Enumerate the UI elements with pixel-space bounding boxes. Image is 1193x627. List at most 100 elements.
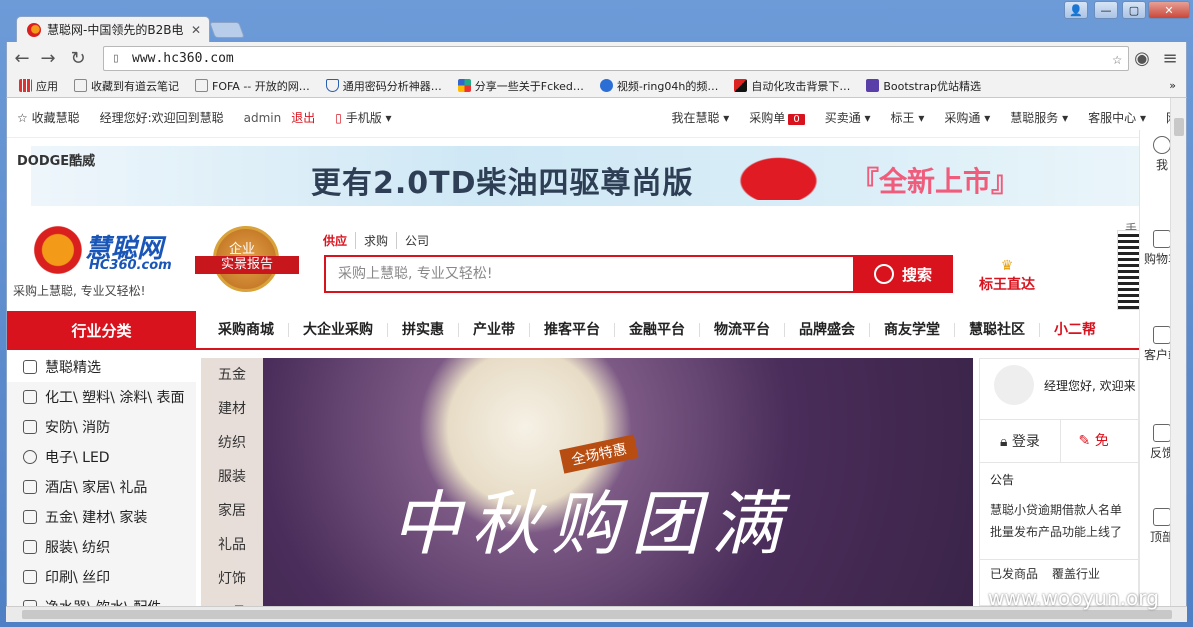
hero-tag[interactable]: 礼品 — [201, 528, 263, 562]
nav-item[interactable]: 拼实惠 — [388, 323, 459, 337]
register-button[interactable]: ✎ 免 — [1059, 419, 1139, 463]
sidebar-item[interactable]: 电子\ LED — [7, 442, 196, 472]
nav-item[interactable]: 金融平台 — [615, 323, 700, 337]
shield-icon — [325, 79, 339, 92]
new-tab-button[interactable] — [209, 22, 245, 38]
scroll-thumb[interactable] — [22, 610, 1172, 619]
greeting: 经理您好, 欢迎来 — [1044, 379, 1136, 393]
more-bookmarks-icon[interactable]: » — [1169, 79, 1186, 92]
sidebar-item[interactable]: 净水器\ 饮水\ 配件 — [7, 592, 196, 606]
nav-item[interactable]: 物流平台 — [700, 323, 785, 337]
panel-tabs: 已发商品 覆盖行业 — [980, 559, 1138, 587]
category-menu[interactable]: 行业分类 — [7, 311, 196, 349]
hero-tag[interactable]: 建材 — [201, 392, 263, 426]
sidebar-item[interactable]: 五金\ 建材\ 家装 — [7, 502, 196, 532]
logout-link[interactable]: 退出 — [291, 109, 325, 126]
menu-icon[interactable]: ≡ — [1159, 48, 1181, 69]
tab-published[interactable]: 已发商品 — [990, 565, 1038, 582]
nav-item[interactable]: 采购商城 — [204, 323, 289, 337]
notice-item[interactable]: 批量发布产品功能上线了 — [990, 523, 1122, 540]
site-topbar: ☆ 收藏慧聪 经理您好:欢迎回到慧聪 admin 退出 ▯ 手机版 ▾ 我在慧聪… — [7, 98, 1186, 138]
vertical-scrollbar[interactable] — [1170, 98, 1186, 606]
biaowang-direct-link[interactable]: ♛ 标王直达 — [979, 258, 1035, 294]
forward-icon[interactable]: → — [37, 48, 59, 69]
nav-item-hot[interactable]: 小二帮 — [1040, 323, 1110, 337]
user-link[interactable]: admin — [234, 111, 292, 125]
tab-supply[interactable]: 供应 — [323, 232, 355, 249]
tab-buy[interactable]: 求购 — [355, 232, 396, 249]
sidebar-item[interactable]: 慧聪精选 — [7, 352, 196, 382]
login-row: 🔒︎ 登录 ✎ 免 — [980, 419, 1138, 463]
report-seal[interactable]: 企业 实景报告 — [195, 226, 299, 300]
bookmark-item[interactable]: 视频-ring04h的频… — [592, 78, 726, 94]
hero-tag[interactable]: 工具 — [201, 596, 263, 606]
site-favicon — [27, 22, 41, 37]
scroll-thumb[interactable] — [1174, 118, 1184, 136]
banner-new: 『全新上市』 — [851, 165, 1020, 198]
building-icon — [23, 480, 37, 494]
bookmark-item[interactable]: 自动化攻击背景下… — [726, 78, 858, 94]
hero-tag[interactable]: 灯饰 — [201, 562, 263, 596]
nav-item[interactable]: 推客平台 — [530, 323, 615, 337]
sidebar-item[interactable]: 印刷\ 丝印 — [7, 562, 196, 592]
tab-industry[interactable]: 覆盖行业 — [1052, 565, 1100, 582]
search-input[interactable]: 采购上慧聪, 专业又轻松! — [324, 255, 854, 293]
category-sidebar: 慧聪精选 化工\ 塑料\ 涂料\ 表面 安防\ 消防 电子\ LED 酒店\ 家… — [7, 352, 196, 606]
close-tab-icon[interactable]: ✕ — [191, 23, 201, 37]
hero-tag[interactable]: 服装 — [201, 460, 263, 494]
ad-banner[interactable]: DODGE酷威 更有2.0TD柴油四驱尊尚版 『全新上市』 — [17, 146, 1141, 206]
trade-link[interactable]: 买卖通 ▾ — [815, 109, 881, 126]
back-icon[interactable]: ← — [11, 48, 33, 69]
user-icon[interactable]: 👤 — [1064, 1, 1088, 19]
hero-tag[interactable]: 家居 — [201, 494, 263, 528]
bookmark-item[interactable]: 应用 — [11, 78, 66, 94]
sidebar-item[interactable]: 安防\ 消防 — [7, 412, 196, 442]
star-icon: ☆ — [17, 111, 32, 125]
shield-icon — [23, 420, 37, 434]
fav-link[interactable]: ☆ 收藏慧聪 — [7, 109, 90, 126]
sidebar-item[interactable]: 化工\ 塑料\ 涂料\ 表面 — [7, 382, 196, 412]
mobile-link[interactable]: ▯ 手机版 ▾ — [325, 109, 401, 126]
biaowang-link[interactable]: 标王 ▾ — [881, 109, 935, 126]
hero-banner[interactable]: 五金 建材 纺织 服装 家居 礼品 灯饰 工具 全场特惠 中秋购团满 — [201, 358, 973, 606]
extension-icon[interactable]: ◉ — [1131, 48, 1153, 69]
nav-item[interactable]: 品牌盛会 — [785, 323, 870, 337]
my-hc-link[interactable]: 我在慧聪 ▾ — [661, 109, 739, 126]
bookmark-item[interactable]: 通用密码分析神器… — [318, 78, 450, 94]
bookmark-item[interactable]: Bootstrap优站精选 — [858, 78, 989, 94]
login-button[interactable]: 🔒︎ 登录 — [980, 431, 1060, 451]
site-logo[interactable]: 慧聪网 HC360.com 采购上慧聪, 专业又轻松! — [13, 224, 187, 304]
watermark: www.wooyun.org — [988, 586, 1159, 610]
hero-tag[interactable]: 纺织 — [201, 426, 263, 460]
page-icon: ▯ — [112, 51, 120, 66]
bookmark-item[interactable]: 分享一些关于Fcked… — [450, 78, 592, 94]
nav-item[interactable]: 商友学堂 — [870, 323, 955, 337]
bookmarks-bar: 应用 收藏到有道云笔记 FOFA -- 开放的网… 通用密码分析神器… 分享一些… — [6, 74, 1187, 98]
purchase-link[interactable]: 采购通 ▾ — [934, 109, 1000, 126]
service-link[interactable]: 慧聪服务 ▾ — [1000, 109, 1078, 126]
minimize-button[interactable]: — — [1094, 1, 1118, 19]
bolt-icon — [23, 450, 37, 464]
notice-item[interactable]: 慧聪小贷逾期借款人名单 — [990, 501, 1122, 518]
search-button[interactable]: 搜索 — [853, 255, 953, 293]
bookmark-item[interactable]: FOFA -- 开放的网… — [187, 78, 318, 94]
sidebar-item[interactable]: 酒店\ 家居\ 礼品 — [7, 472, 196, 502]
nav-item[interactable]: 慧聪社区 — [955, 323, 1040, 337]
welcome-text: 经理您好:欢迎回到慧聪 — [99, 111, 224, 125]
close-window-button[interactable]: ✕ — [1148, 1, 1190, 19]
lock-icon: 🔒︎ — [1000, 434, 1012, 450]
reload-icon[interactable]: ↻ — [67, 48, 89, 69]
support-link[interactable]: 客服中心 ▾ — [1078, 109, 1156, 126]
address-bar[interactable]: ▯ www.hc360.com ☆ — [103, 46, 1129, 71]
bookmark-item[interactable]: 收藏到有道云笔记 — [66, 78, 187, 94]
nav-item[interactable]: 大企业采购 — [289, 323, 388, 337]
cart-link[interactable]: 采购单 0 — [739, 109, 814, 126]
browser-tab[interactable]: 慧聪网-中国领先的B2B电 ✕ — [16, 16, 210, 42]
hero-tag[interactable]: 五金 — [201, 358, 263, 392]
tab-company[interactable]: 公司 — [396, 232, 437, 249]
maximize-button[interactable]: ▢ — [1122, 1, 1146, 19]
tab-title: 慧聪网-中国领先的B2B电 — [47, 23, 184, 37]
star-icon[interactable]: ☆ — [1112, 49, 1122, 68]
sidebar-item[interactable]: 服装\ 纺织 — [7, 532, 196, 562]
nav-item[interactable]: 产业带 — [459, 323, 530, 337]
